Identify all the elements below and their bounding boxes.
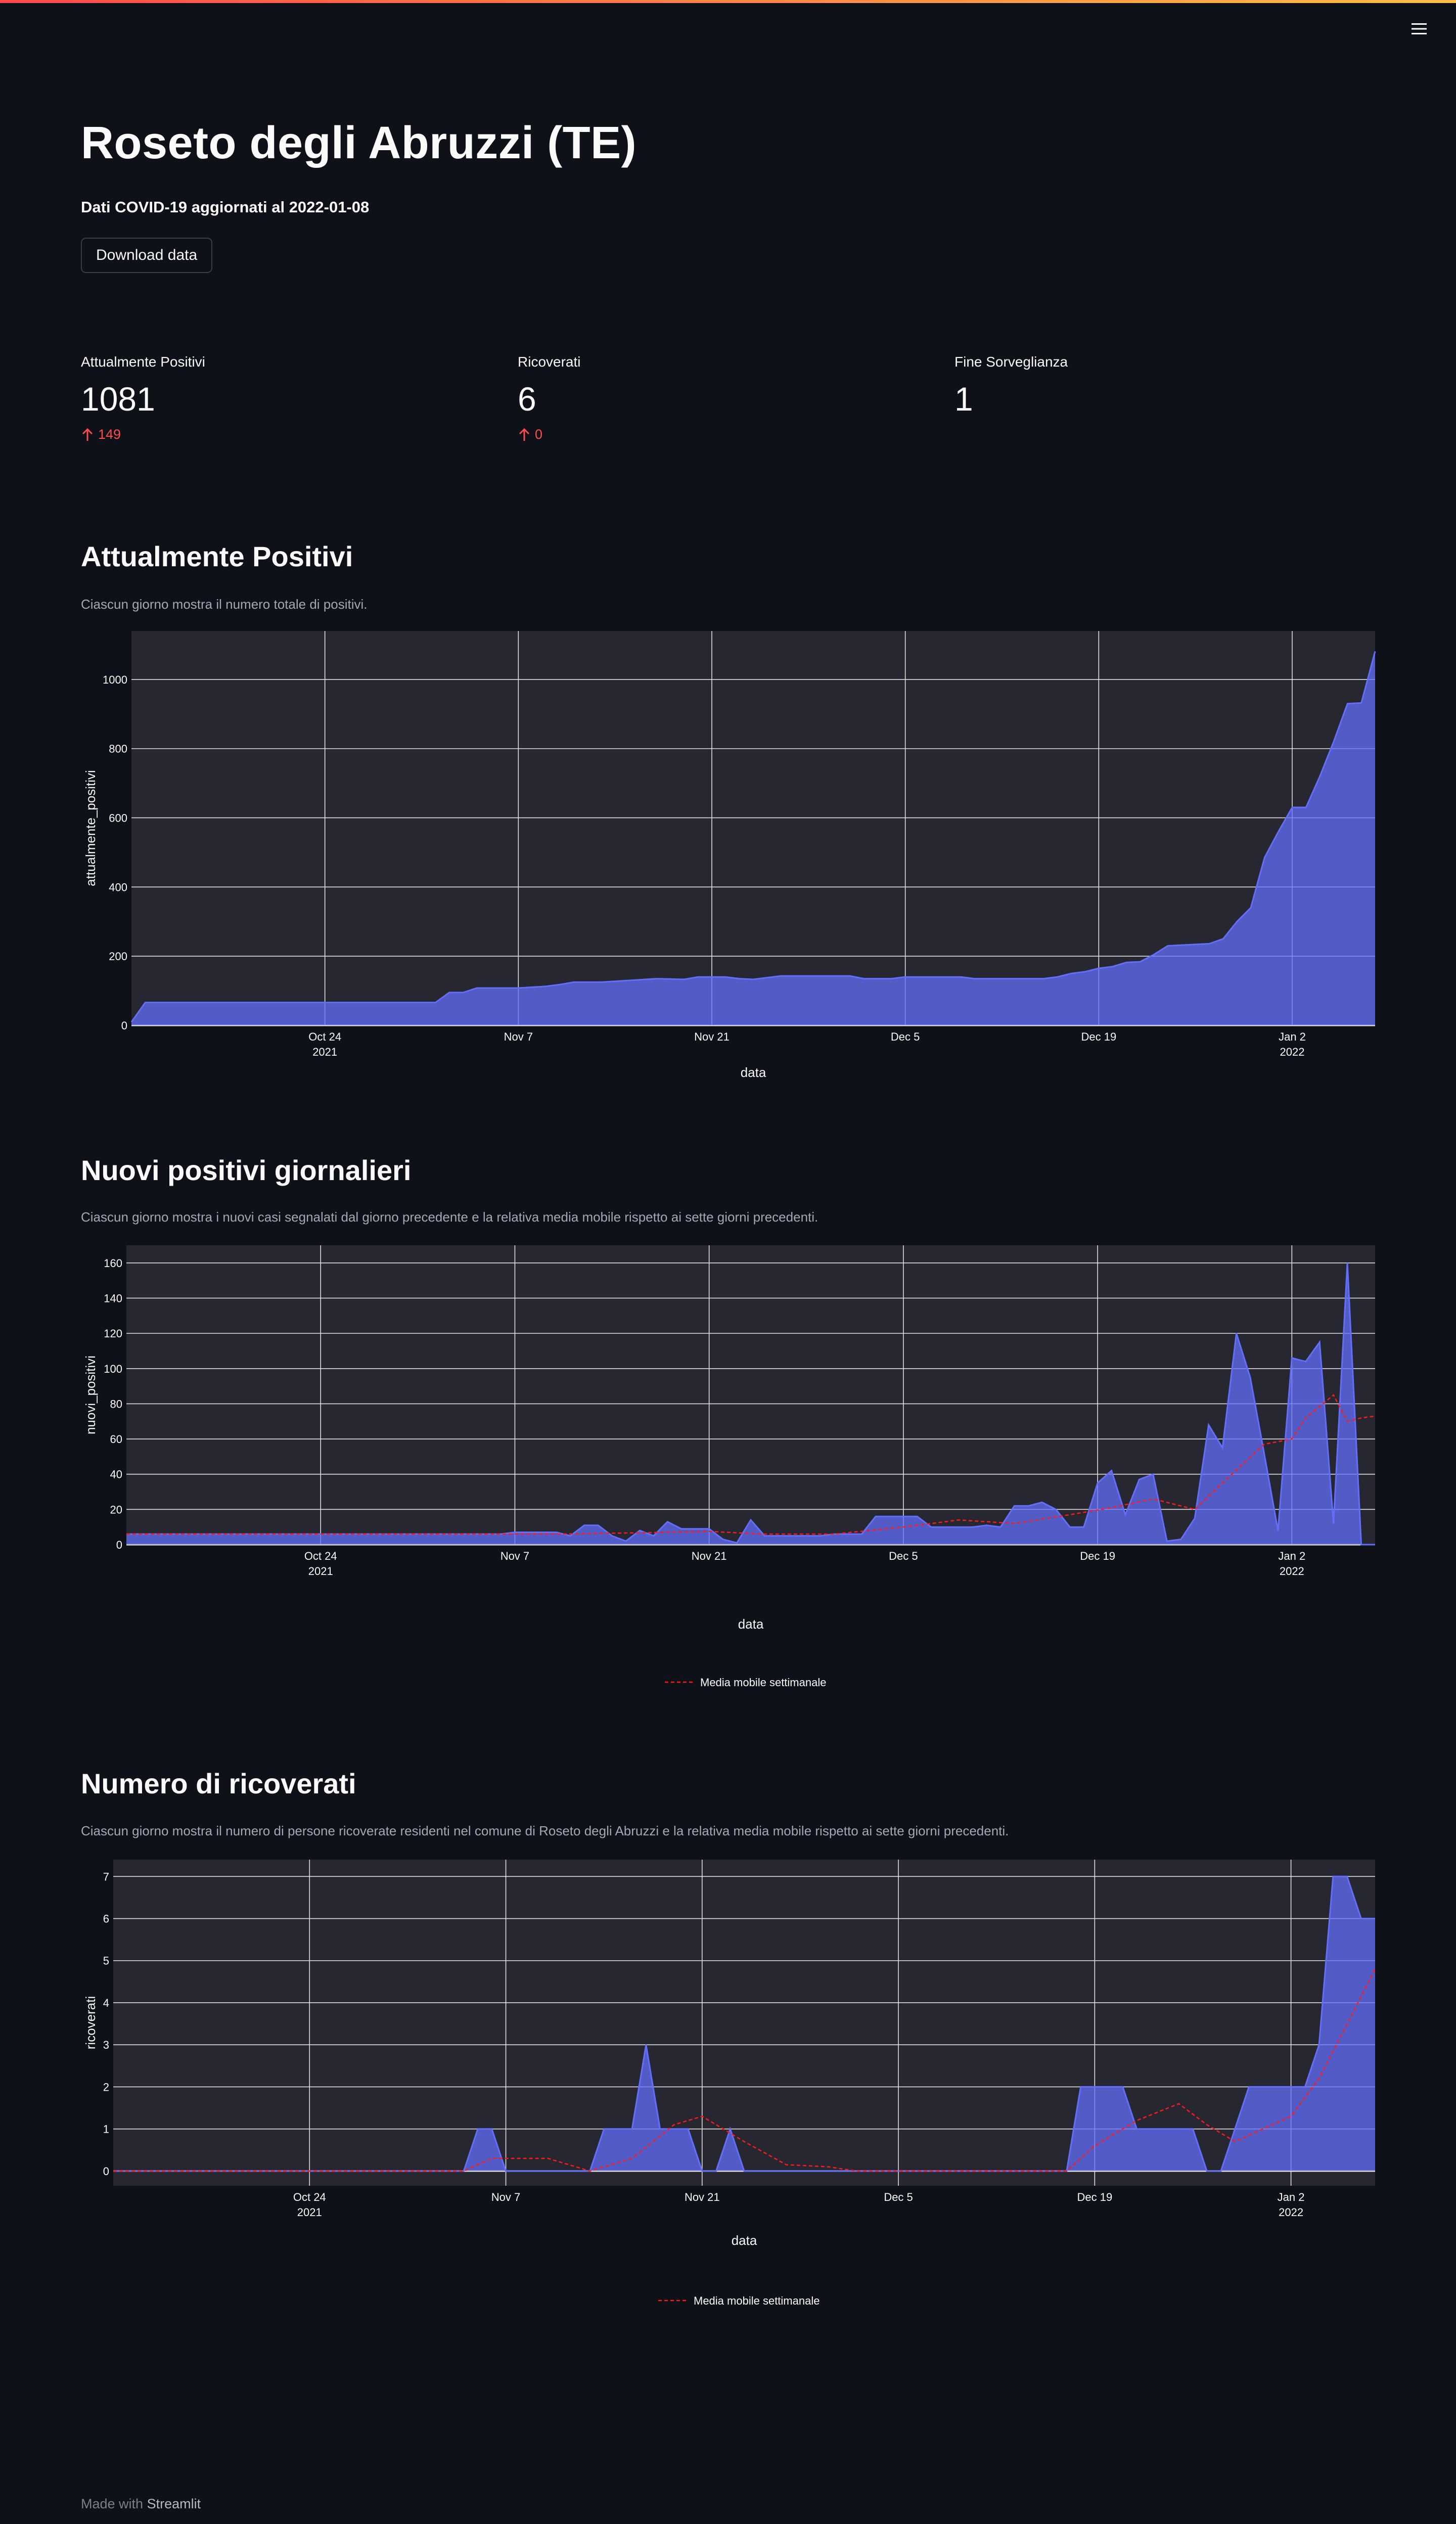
chart-ricoverati[interactable]: 0 1 2 3 4 5 6 7 Oct 24 2021 Nov 7 Nov 21 Dec 5 Dec 19… (81, 1856, 1376, 2321)
legend-label: Media mobile settimanale (700, 1676, 826, 1689)
y-axis-label: attualmente_positivi (83, 770, 98, 886)
y-tick-label: 160 (104, 1257, 122, 1270)
y-tick-label: 3 (103, 2039, 109, 2051)
x-tick-label: Oct 24 (308, 1030, 341, 1043)
y-tick-label: 0 (116, 1539, 122, 1551)
x-tick-sublabel: 2022 (1279, 2206, 1303, 2219)
x-tick-label: Oct 24 (304, 1550, 337, 1562)
chart-legend: Media mobile settimanale (658, 2294, 820, 2307)
top-decoration-bar (0, 0, 1456, 3)
x-tick-label: Oct 24 (293, 2191, 326, 2203)
metric-value: 6 (518, 380, 536, 418)
x-axis-label: data (732, 2233, 757, 2248)
x-tick-label: Dec 5 (889, 1550, 918, 1562)
y-axis-label: ricoverati (83, 1996, 98, 2049)
x-tick-label: Nov 7 (500, 1550, 529, 1562)
page-subtitle: Dati COVID-19 aggiornati al 2022-01-08 (81, 198, 370, 216)
y-tick-label: 6 (103, 1913, 109, 1925)
y-tick-label: 0 (103, 2165, 109, 2178)
y-tick-label: 1 (103, 2123, 109, 2136)
metric-fine-sorveglianza: Fine Sorveglianza 1 (954, 354, 1359, 416)
section-caption: Ciascun giorno mostra il numero totale d… (81, 597, 368, 612)
y-axis-label: nuovi_positivi (83, 1356, 98, 1434)
metric-label: Attualmente Positivi (81, 354, 205, 370)
x-tick-label: Dec 5 (891, 1030, 920, 1043)
x-tick-label: Nov 21 (694, 1030, 730, 1043)
metric-delta: 149 (81, 427, 485, 442)
arrow-up-icon (519, 428, 530, 441)
y-tick-label: 1000 (103, 673, 127, 686)
y-tick-label: 100 (104, 1363, 122, 1375)
y-tick-label: 60 (110, 1433, 122, 1446)
y-tick-label: 80 (110, 1398, 122, 1410)
y-tick-label: 2 (103, 2081, 109, 2093)
metric-delta: 0 (518, 427, 922, 442)
x-tick-label: Dec 19 (1081, 1030, 1116, 1043)
x-axis-label: data (738, 1616, 764, 1632)
x-tick-sublabel: 2021 (297, 2206, 322, 2219)
x-tick-label: Jan 2 (1278, 2191, 1305, 2203)
metric-delta-value: 149 (98, 427, 121, 442)
x-tick-label: Dec 19 (1077, 2191, 1112, 2203)
metric-delta-value: 0 (535, 427, 543, 442)
x-tick-sublabel: 2022 (1280, 1046, 1305, 1058)
legend-label: Media mobile settimanale (694, 2294, 820, 2307)
x-tick-label: Jan 2 (1278, 1550, 1305, 1562)
y-tick-label: 800 (109, 743, 127, 755)
metric-ricoverati: Ricoverati 6 0 (518, 354, 922, 442)
chart-attualmente-positivi[interactable]: 0 200 400 600 800 1000 Oct 24 2021 Nov 7 Nov 21 De… (81, 627, 1376, 1097)
hamburger-icon (1412, 23, 1427, 34)
page-title: Roseto degli Abruzzi (TE) (81, 118, 637, 168)
metric-label: Ricoverati (518, 354, 581, 370)
plot-area (126, 1245, 1375, 1545)
metric-value: 1 (954, 380, 973, 418)
x-tick-label: Nov 21 (685, 2191, 720, 2203)
y-tick-label: 400 (109, 881, 127, 893)
metric-attualmente-positivi: Attualmente Positivi 1081 149 (81, 354, 485, 442)
y-tick-label: 20 (110, 1503, 122, 1516)
y-tick-label: 600 (109, 812, 127, 824)
section-title: Attualmente Positivi (81, 540, 353, 572)
chart-nuovi-positivi[interactable]: 0 20 40 60 80 100 120 140 160 Oct 24 2021 Nov 7 Nov … (81, 1241, 1376, 1706)
metric-label: Fine Sorveglianza (954, 354, 1068, 370)
section-title: Numero di ricoverati (81, 1768, 356, 1799)
arrow-up-icon (82, 428, 93, 441)
x-tick-label: Jan 2 (1279, 1030, 1306, 1043)
y-tick-label: 140 (104, 1292, 122, 1304)
y-tick-label: 5 (103, 1955, 109, 1967)
section-caption: Ciascun giorno mostra i nuovi casi segna… (81, 1209, 818, 1225)
x-tick-label: Dec 19 (1080, 1550, 1115, 1562)
y-tick-label: 200 (109, 950, 127, 963)
metric-value: 1081 (81, 380, 155, 418)
x-tick-label: Nov 21 (692, 1550, 727, 1562)
x-tick-sublabel: 2022 (1280, 1565, 1304, 1578)
download-data-button[interactable]: Download data (81, 238, 213, 273)
main-menu-button[interactable] (1407, 17, 1431, 40)
y-tick-label: 40 (110, 1468, 122, 1481)
x-axis-label: data (741, 1065, 766, 1080)
y-tick-label: 7 (103, 1870, 109, 1883)
y-tick-label: 4 (103, 1997, 109, 2009)
section-title: Nuovi positivi giornalieri (81, 1154, 412, 1186)
streamlit-link[interactable]: Streamlit (147, 2496, 201, 2511)
x-tick-label: Nov 7 (491, 2191, 520, 2203)
x-tick-sublabel: 2021 (312, 1046, 337, 1058)
chart-legend: Media mobile settimanale (665, 1676, 826, 1689)
y-tick-label: 120 (104, 1327, 122, 1340)
x-tick-label: Nov 7 (504, 1030, 533, 1043)
section-caption: Ciascun giorno mostra il numero di perso… (81, 1823, 1009, 1838)
x-tick-sublabel: 2021 (308, 1565, 333, 1578)
footer: Made with Streamlit (81, 2496, 201, 2511)
y-tick-label: 0 (121, 1019, 127, 1032)
x-tick-label: Dec 5 (884, 2191, 913, 2203)
